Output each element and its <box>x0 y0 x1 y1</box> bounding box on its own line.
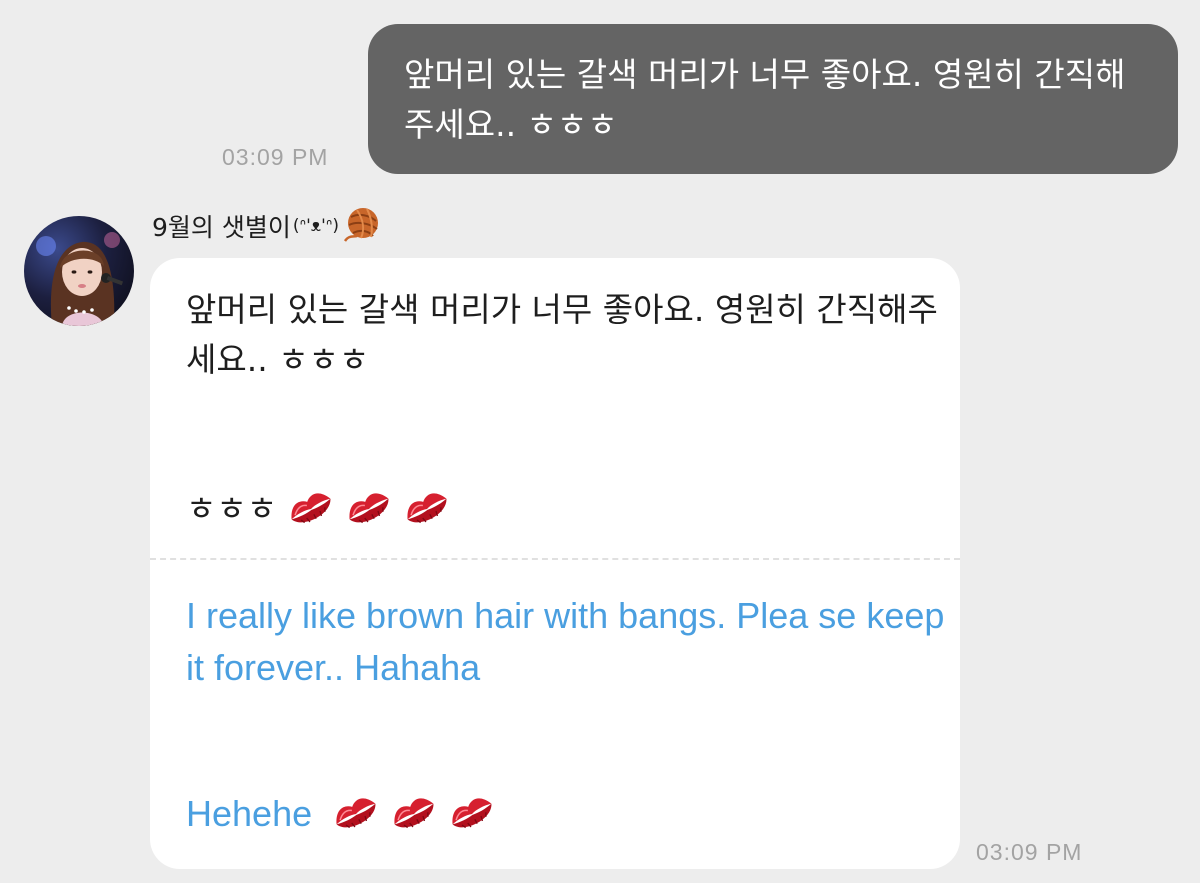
kiss-mark-icon <box>388 792 440 836</box>
sent-message-text: 앞머리 있는 갈색 머리가 너무 좋아요. 영원히 간직해주세요.. ㅎㅎㅎ <box>404 55 1126 144</box>
original-message-text: 앞머리 있는 갈색 머리가 너무 좋아요. 영원히 간직해주세요.. ㅎㅎㅎ <box>186 290 938 379</box>
translation-laugh-row: Hehehe <box>186 788 504 840</box>
avatar-image <box>24 216 134 326</box>
kiss-mark-icon <box>285 487 337 531</box>
kiss-mark-icon <box>446 792 498 836</box>
translation-text: I really like brown hair with bangs. Ple… <box>186 595 945 688</box>
kiss-emoji-group <box>330 792 504 836</box>
kiss-emoji-group <box>285 487 459 531</box>
kiss-mark-icon <box>330 792 382 836</box>
original-laugh-text: ㅎㅎㅎ <box>186 489 278 528</box>
sender-kaomoji: (ᐢ'ᴥ'ᐢ) <box>292 216 340 236</box>
received-message-time: 03:09 PM <box>976 839 1083 865</box>
received-message-bubble[interactable]: 앞머리 있는 갈색 머리가 너무 좋아요. 영원히 간직해주세요.. ㅎㅎㅎ ㅎ… <box>150 258 960 869</box>
sent-message-time: 03:09 PM <box>222 144 329 170</box>
kiss-mark-icon <box>401 487 453 531</box>
sent-message-bubble[interactable]: 앞머리 있는 갈색 머리가 너무 좋아요. 영원히 간직해주세요.. ㅎㅎㅎ <box>368 24 1178 174</box>
kiss-mark-icon <box>343 487 395 531</box>
translation-divider <box>150 558 960 560</box>
original-laugh-row: ㅎㅎㅎ <box>186 484 459 534</box>
avatar[interactable] <box>24 216 134 326</box>
translation-laugh-text: Hehehe <box>186 793 313 834</box>
sender-name-row[interactable]: 9월의 샛별이 (ᐢ'ᴥ'ᐢ) <box>152 204 383 248</box>
yarn-ball-icon <box>343 203 383 249</box>
sender-name: 9월의 샛별이 <box>152 213 291 242</box>
